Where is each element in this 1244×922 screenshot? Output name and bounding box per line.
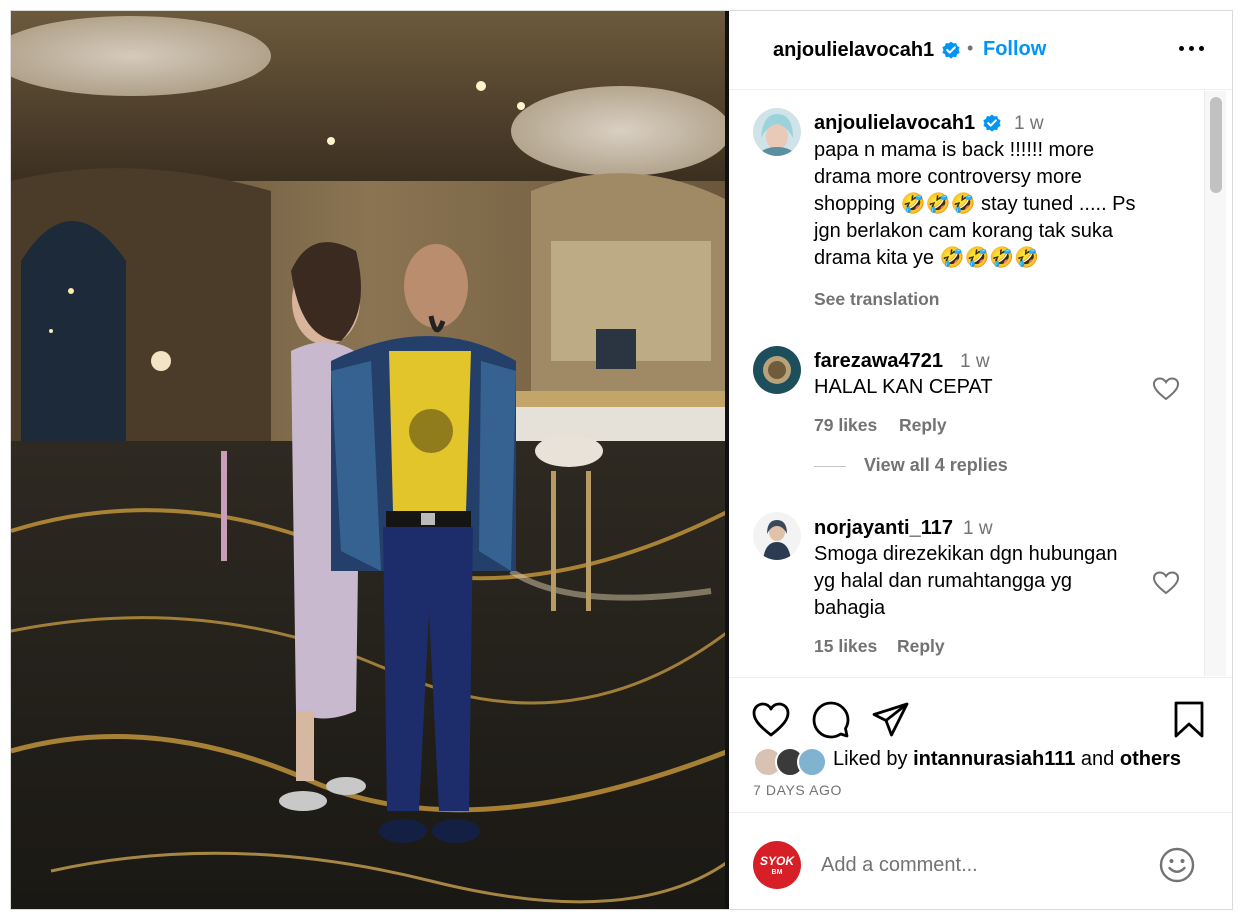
- photo-illustration: [11, 11, 729, 909]
- post-header: anjoulielavocah1 • Follow: [729, 11, 1232, 90]
- comment-composer: SYOK BM: [729, 812, 1232, 909]
- follow-button[interactable]: Follow: [983, 38, 1046, 61]
- see-translation-link[interactable]: See translation: [814, 289, 939, 310]
- comment-reply-button[interactable]: Reply: [899, 415, 947, 436]
- comment-reply-button[interactable]: Reply: [897, 636, 945, 657]
- comment-time[interactable]: 1 w: [960, 351, 990, 373]
- more-options-button[interactable]: [1177, 33, 1207, 63]
- avatar-brand-subtext: BM: [771, 869, 783, 876]
- comment-like-heart-icon[interactable]: [1153, 377, 1179, 401]
- comment-line: yg halal dan rumahtangga yg: [814, 570, 1072, 592]
- comment-username[interactable]: farezawa4721: [814, 350, 943, 373]
- heart-icon[interactable]: [751, 700, 791, 740]
- caption-line: jgn berlakon cam korang tak suka: [814, 220, 1114, 242]
- replies-divider: [814, 465, 846, 467]
- view-replies-button[interactable]: View all 4 replies: [814, 455, 1008, 476]
- comments-scrollbar[interactable]: [1204, 91, 1226, 676]
- comment-text: Smoga direzekikan dgn hubungan yg halal …: [814, 541, 1164, 622]
- emoji-smile-icon[interactable]: [1159, 847, 1195, 883]
- caption-line: papa n mama is back !!!!!! more: [814, 139, 1095, 161]
- verified-badge-icon: [983, 114, 1001, 132]
- comment-username[interactable]: norjayanti_117: [814, 517, 953, 540]
- comment-bubble-icon[interactable]: [811, 700, 851, 740]
- liked-by-others[interactable]: others: [1120, 748, 1181, 770]
- header-separator: •: [967, 38, 974, 58]
- caption-line: drama more controversy more: [814, 166, 1082, 188]
- view-replies-label: View all 4 replies: [864, 455, 1008, 475]
- liked-by-prefix: Liked by: [833, 748, 908, 770]
- comment-time[interactable]: 1 w: [963, 518, 993, 540]
- comment-line: Smoga direzekikan dgn hubungan: [814, 543, 1118, 565]
- scrollbar-thumb[interactable]: [1210, 97, 1222, 193]
- post-side-panel: anjoulielavocah1 • Follow anjoulielavoca…: [729, 11, 1232, 909]
- comment-likes-count[interactable]: 79 likes: [814, 415, 877, 436]
- commenter-avatar[interactable]: [753, 346, 801, 394]
- post-actions: Liked by intannurasiah111 and others 7 D…: [729, 677, 1232, 811]
- current-user-avatar: SYOK BM: [753, 841, 801, 889]
- liked-by-user[interactable]: intannurasiah111: [913, 748, 1075, 770]
- ellipsis-icon: [1189, 46, 1194, 51]
- caption-time[interactable]: 1 w: [1014, 113, 1044, 135]
- comments-list[interactable]: anjoulielavocah1 1 w papa n mama is back…: [729, 91, 1232, 676]
- commenter-avatar[interactable]: [753, 512, 801, 560]
- avatar-brand-text: SYOK: [759, 854, 794, 868]
- author-avatar[interactable]: [753, 108, 801, 156]
- paper-plane-icon[interactable]: [871, 700, 911, 740]
- ellipsis-icon: [1199, 46, 1204, 51]
- post-photo[interactable]: [11, 11, 729, 909]
- ellipsis-icon: [1179, 46, 1184, 51]
- liked-by-summary: Liked by intannurasiah111 and others: [833, 748, 1181, 771]
- comment-likes-count[interactable]: 15 likes: [814, 636, 877, 657]
- comment-like-heart-icon[interactable]: [1153, 571, 1179, 595]
- author-username[interactable]: anjoulielavocah1: [773, 39, 934, 62]
- caption-line: shopping 🤣🤣🤣 stay tuned ..... Ps: [814, 193, 1136, 215]
- caption-text: papa n mama is back !!!!!! more drama mo…: [814, 137, 1164, 272]
- caption-username[interactable]: anjoulielavocah1: [814, 112, 975, 135]
- liker-avatar: [797, 747, 827, 777]
- comment-text: HALAL KAN CEPAT: [814, 376, 993, 398]
- bookmark-icon[interactable]: [1169, 700, 1209, 740]
- verified-badge-icon: [942, 41, 960, 59]
- post-timestamp[interactable]: 7 DAYS AGO: [753, 782, 842, 798]
- liker-avatars[interactable]: [753, 747, 833, 779]
- add-comment-input[interactable]: [821, 849, 1121, 881]
- post-dialog: anjoulielavocah1 • Follow anjoulielavoca…: [10, 10, 1233, 910]
- comment-line: bahagia: [814, 597, 886, 619]
- liked-by-joiner: and: [1080, 748, 1115, 770]
- caption-line: drama kita ye 🤣🤣🤣🤣: [814, 247, 1040, 269]
